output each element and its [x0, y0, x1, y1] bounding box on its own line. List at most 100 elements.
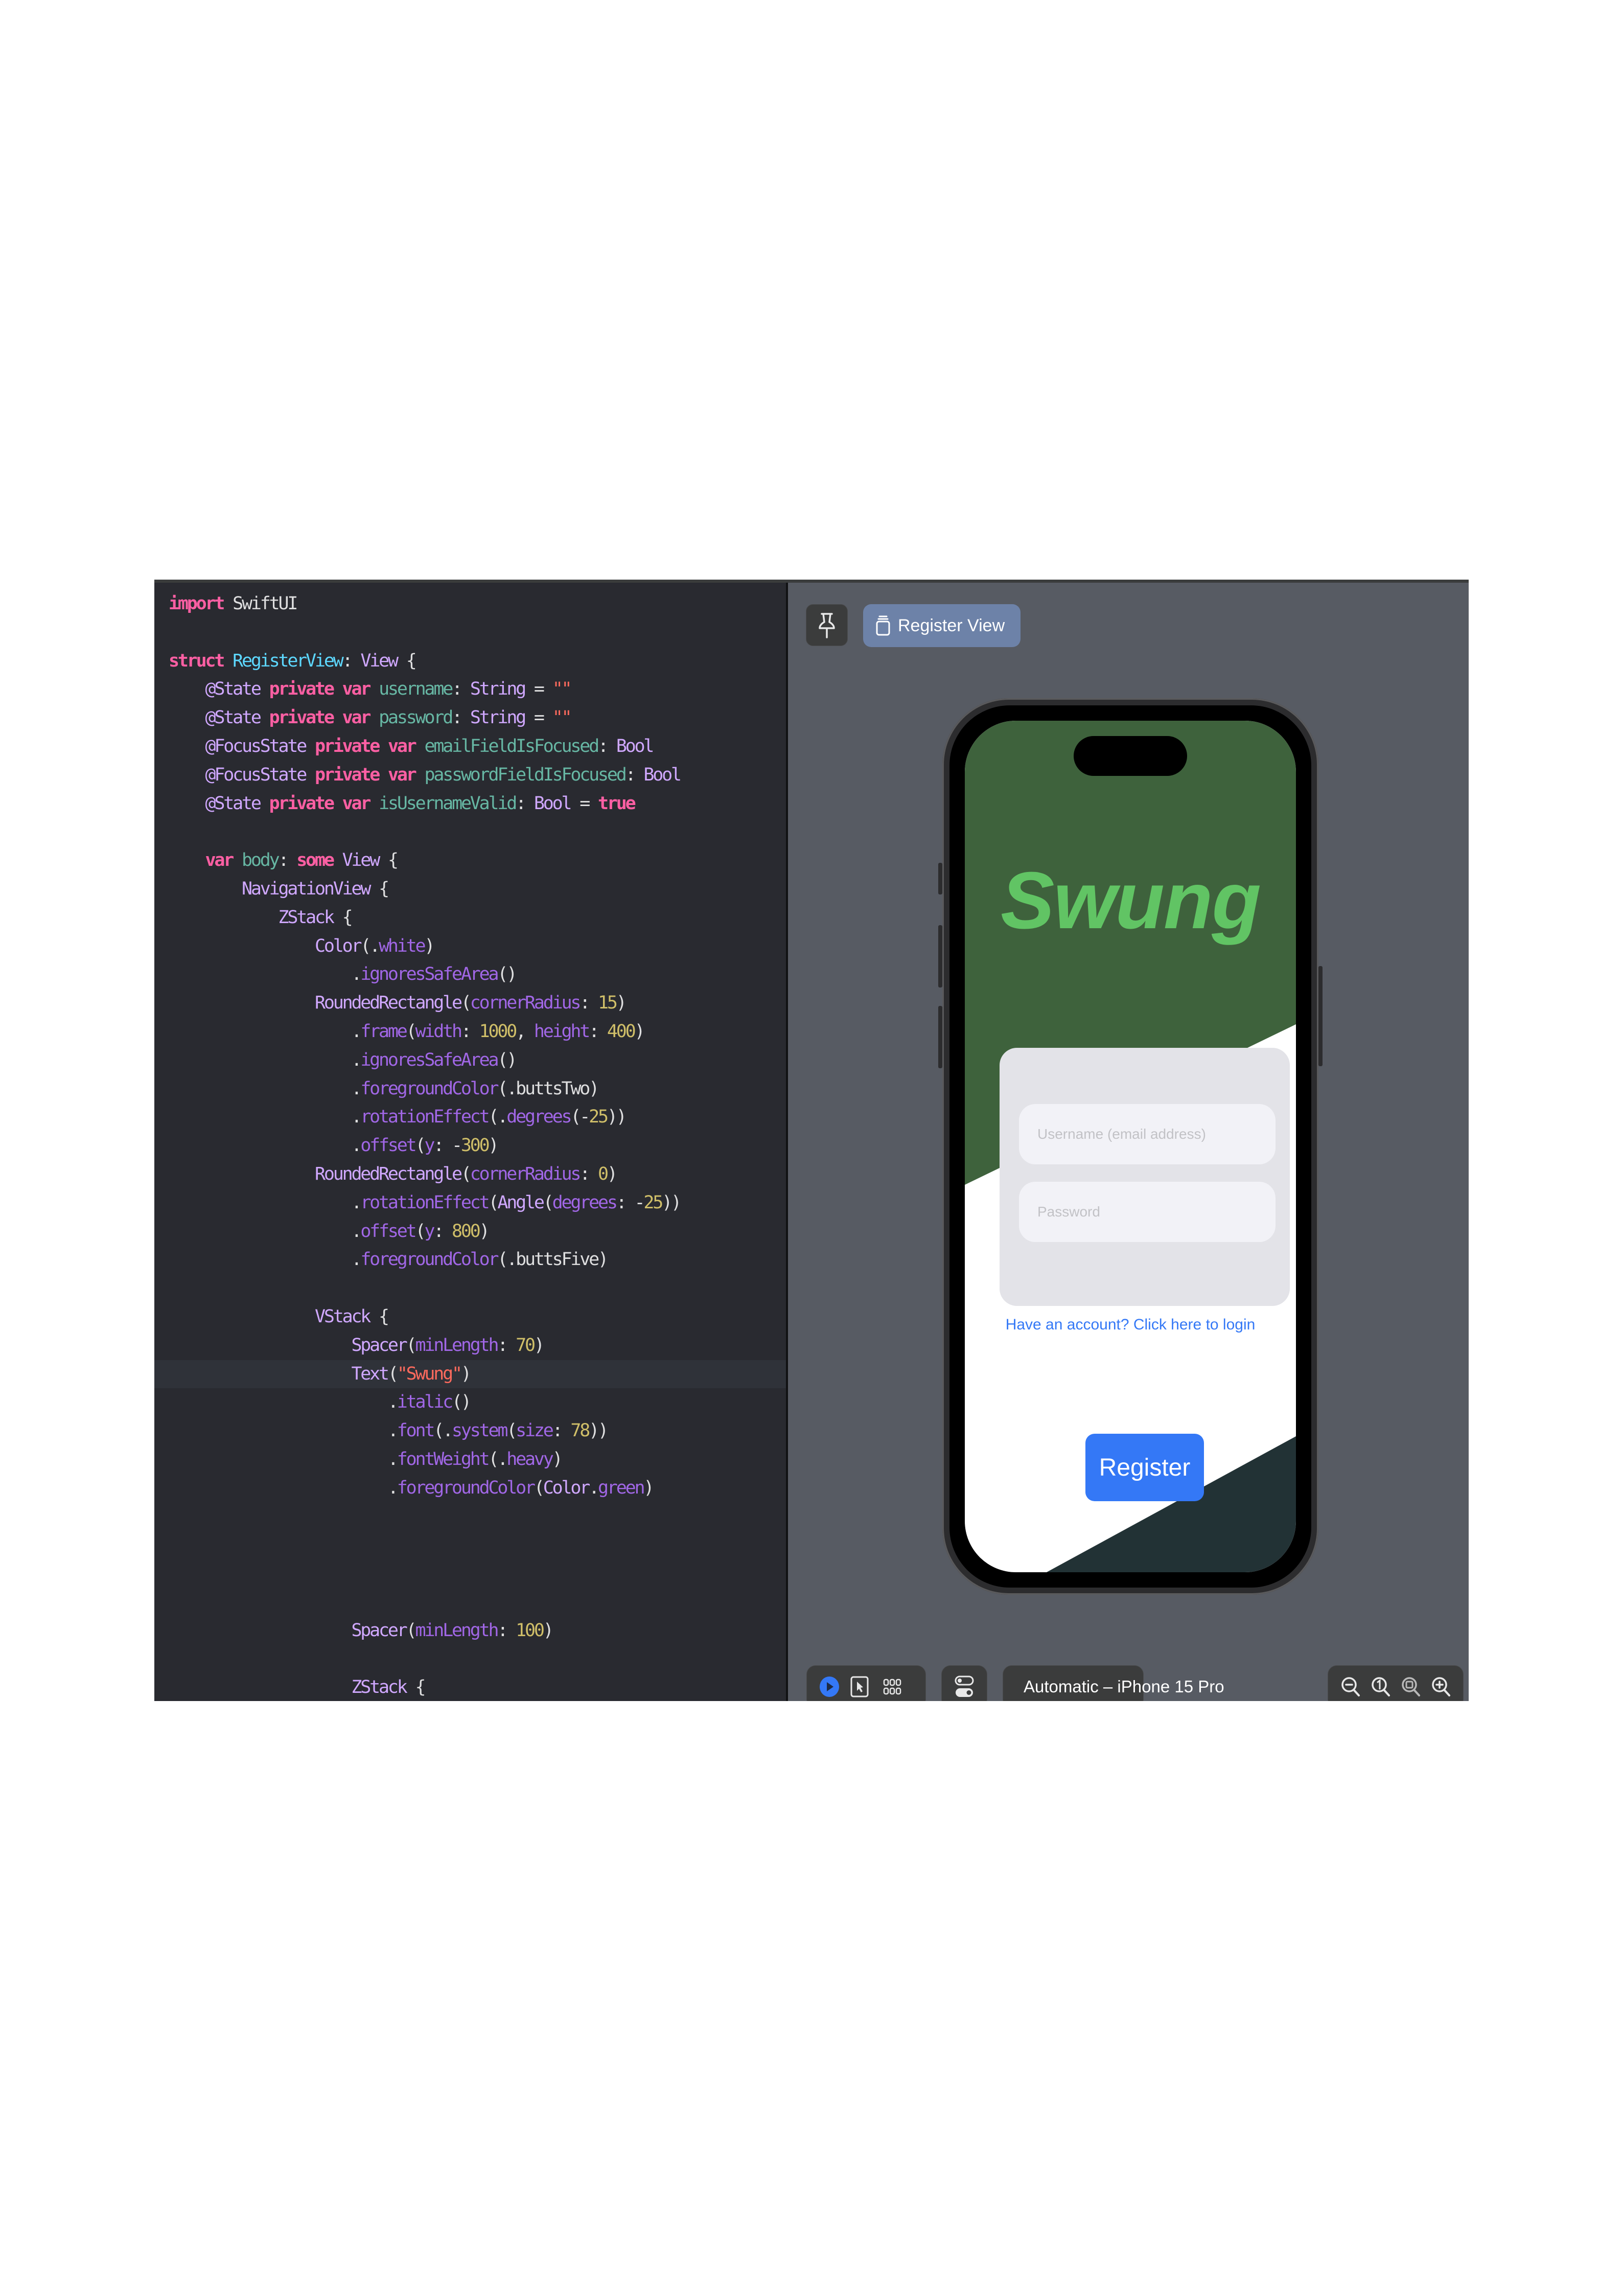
code-token: 25 — [589, 1107, 609, 1128]
grid-variants-icon — [883, 1679, 901, 1695]
code-token: ) — [488, 1135, 499, 1156]
code-line[interactable]: NavigationView { — [154, 875, 786, 904]
code-token: : — [497, 1620, 516, 1641]
code-line[interactable]: Text("Swung") — [154, 1360, 786, 1389]
code-line[interactable] — [154, 1559, 786, 1588]
code-line[interactable]: ZStack { — [154, 904, 786, 932]
code-token: Bool — [534, 793, 572, 814]
code-line[interactable]: Color(.white) — [154, 932, 786, 961]
code-token: offset — [360, 1135, 416, 1156]
code-line[interactable]: struct RegisterView: View { — [154, 647, 786, 676]
code-token: ignoresSafeArea — [360, 1049, 499, 1070]
device-label: Automatic – iPhone 15 Pro — [1024, 1677, 1224, 1696]
code-line[interactable]: .foregroundColor(Color.green) — [154, 1474, 786, 1503]
code-token: 300 — [460, 1135, 490, 1156]
source-code[interactable]: import SwiftUI struct RegisterView: View… — [154, 590, 786, 1701]
zoom-fit-icon — [1401, 1677, 1420, 1696]
variants-button[interactable] — [879, 1678, 905, 1696]
code-token: ) — [543, 1620, 554, 1641]
code-token: Spacer — [351, 1335, 407, 1356]
zoom-out-button[interactable] — [1340, 1676, 1361, 1697]
code-token: "" — [552, 707, 572, 728]
code-token: ( — [460, 993, 472, 1014]
code-line[interactable]: .foregroundColor(.buttsTwo) — [154, 1075, 786, 1104]
code-editor[interactable]: import SwiftUI struct RegisterView: View… — [154, 580, 786, 1701]
code-line[interactable]: ZStack { — [154, 1673, 786, 1701]
zoom-actual-size-button[interactable] — [1371, 1676, 1391, 1697]
code-token: ( — [415, 1135, 426, 1156]
code-line[interactable]: RoundedRectangle(cornerRadius: 15) — [154, 989, 786, 1018]
code-line[interactable]: .ignoresSafeArea() — [154, 960, 786, 989]
code-token: foregroundColor — [360, 1249, 499, 1270]
code-line[interactable]: .rotationEffect(Angle(degrees: -25)) — [154, 1189, 786, 1218]
code-line[interactable]: @FocusState private var emailFieldIsFocu… — [154, 732, 786, 761]
code-line[interactable]: Spacer(minLength: 70) — [154, 1331, 786, 1360]
code-token: () — [497, 964, 517, 985]
code-line[interactable] — [154, 618, 786, 647]
code-token: . — [169, 1449, 399, 1470]
code-line[interactable] — [154, 1274, 786, 1303]
code-line[interactable]: var body: some View { — [154, 846, 786, 875]
code-line[interactable]: Spacer(minLength: 100) — [154, 1617, 786, 1645]
code-line[interactable]: .frame(width: 1000, height: 400) — [154, 1018, 786, 1046]
code-line[interactable]: .offset(y: 800) — [154, 1218, 786, 1246]
code-line[interactable]: @State private var password: String = "" — [154, 704, 786, 732]
code-line[interactable]: @FocusState private var passwordFieldIsF… — [154, 761, 786, 790]
code-line[interactable]: .ignoresSafeArea() — [154, 1046, 786, 1075]
code-token: struct — [169, 650, 225, 671]
code-line[interactable]: VStack { — [154, 1303, 786, 1331]
code-token: ignoresSafeArea — [360, 964, 499, 985]
volume-down-button — [938, 1006, 942, 1068]
password-field[interactable] — [1019, 1182, 1276, 1242]
code-token: Bool — [643, 764, 682, 785]
device-settings-button[interactable] — [941, 1665, 987, 1701]
code-line[interactable]: @State private var username: String = "" — [154, 675, 786, 704]
code-token: . — [169, 1221, 362, 1242]
code-token: ( — [543, 1192, 554, 1213]
code-token: Angle — [497, 1192, 545, 1213]
code-token: var — [342, 793, 372, 814]
code-line[interactable]: .rotationEffect(.degrees(-25)) — [154, 1103, 786, 1132]
live-preview-button[interactable] — [819, 1676, 840, 1697]
login-link[interactable]: Have an account? Click here to login — [965, 1316, 1296, 1334]
code-token: ) — [607, 1163, 618, 1184]
code-token: private — [269, 707, 335, 728]
register-button[interactable]: Register — [1085, 1434, 1204, 1501]
stack-icon — [876, 615, 890, 636]
preview-name-chip[interactable]: Register View — [863, 604, 1021, 647]
pin-preview-button[interactable] — [806, 604, 848, 646]
code-token: foregroundColor — [360, 1078, 499, 1099]
code-token: width — [415, 1021, 463, 1042]
zoom-to-fit-button[interactable] — [1401, 1676, 1421, 1697]
code-line[interactable]: .italic() — [154, 1388, 786, 1417]
selectable-mode-button[interactable] — [840, 1676, 879, 1697]
code-line[interactable] — [154, 1588, 786, 1617]
code-line[interactable]: RoundedRectangle(cornerRadius: 0) — [154, 1160, 786, 1189]
code-line[interactable]: .offset(y: -300) — [154, 1132, 786, 1160]
zoom-in-button[interactable] — [1431, 1676, 1451, 1697]
code-line[interactable]: import SwiftUI — [154, 590, 786, 618]
code-line[interactable]: @State private var isUsernameValid: Bool… — [154, 790, 786, 818]
code-token: )) — [662, 1192, 682, 1213]
code-line[interactable] — [154, 1503, 786, 1531]
code-token: ( — [406, 1620, 417, 1641]
code-token: rotationEffect — [360, 1192, 490, 1213]
code-line[interactable] — [154, 1645, 786, 1673]
username-field[interactable] — [1019, 1104, 1276, 1164]
code-line[interactable] — [154, 1531, 786, 1559]
code-token: rotationEffect — [360, 1107, 490, 1128]
code-token: password — [379, 707, 453, 728]
code-line[interactable]: .fontWeight(.heavy) — [154, 1445, 786, 1474]
device-picker[interactable]: Automatic – iPhone 15 Pro — [1003, 1665, 1224, 1701]
code-line[interactable] — [154, 818, 786, 846]
code-line[interactable]: .font(.system(size: 78)) — [154, 1417, 786, 1445]
code-token: : — [460, 1021, 479, 1042]
code-token: @FocusState — [205, 736, 308, 756]
code-token: NavigationView — [241, 878, 371, 899]
code-line[interactable]: .foregroundColor(.buttsFive) — [154, 1246, 786, 1274]
